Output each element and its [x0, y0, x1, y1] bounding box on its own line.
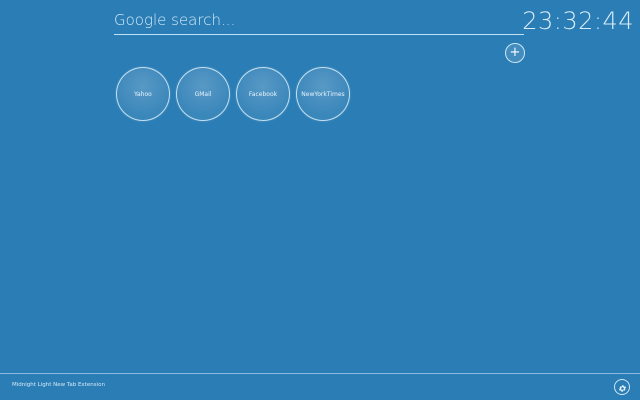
- search-bar: [114, 8, 524, 35]
- search-input[interactable]: [114, 8, 524, 32]
- clock: 23:32:44: [522, 7, 634, 35]
- shortcut-tile-yahoo[interactable]: Yahoo: [116, 67, 170, 121]
- extension-name: Midnight Light New Tab Extension: [12, 382, 105, 388]
- shortcut-tiles: Yahoo GMail Facebook NewYorkTimes: [116, 67, 350, 121]
- settings-button[interactable]: [614, 379, 630, 395]
- gear-icon: [618, 378, 627, 397]
- shortcut-tile-gmail[interactable]: GMail: [176, 67, 230, 121]
- shortcut-tile-facebook[interactable]: Facebook: [236, 67, 290, 121]
- shortcut-tile-newyorktimes[interactable]: NewYorkTimes: [296, 67, 350, 121]
- footer: Midnight Light New Tab Extension: [0, 373, 640, 400]
- add-shortcut-button[interactable]: +: [505, 43, 525, 63]
